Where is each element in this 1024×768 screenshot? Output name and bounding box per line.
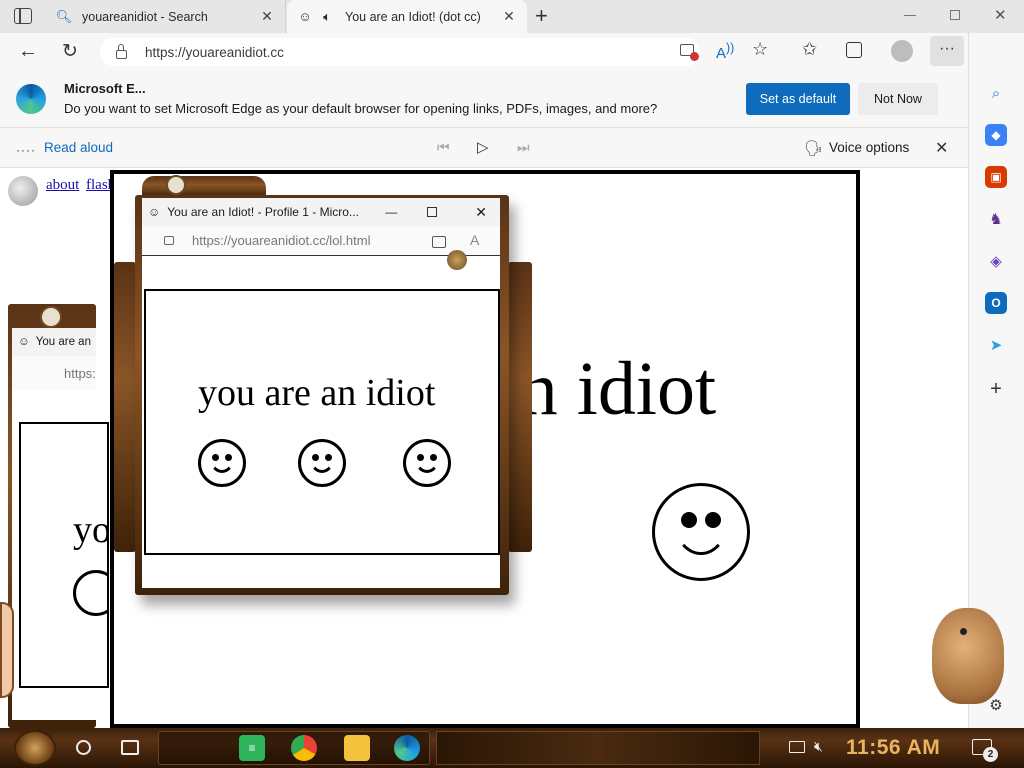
close-tab-icon[interactable]: ✕ [259, 8, 275, 25]
read-aloud-icon: A [470, 232, 480, 248]
infobar-message: Do you want to set Microsoft Edge as you… [64, 101, 658, 116]
search-icon[interactable]: ⌕ [985, 82, 1007, 104]
close-window-icon[interactable]: ✕ [994, 6, 1007, 24]
add-sidebar-icon[interactable]: + [985, 378, 1007, 400]
address-bar[interactable]: https://youareanidiot.cc [100, 38, 700, 66]
collections-icon[interactable] [846, 42, 862, 58]
favorites-icon[interactable]: ✩ [802, 39, 817, 60]
back-window-title: You are an [35, 336, 91, 348]
steampunk-cursor-icon [447, 250, 467, 270]
pipe-ornament [508, 262, 532, 552]
search-icon: 🔍︎ [55, 8, 73, 24]
dots-icon: ···· [16, 143, 36, 157]
url-text: https://youareanidiot.cc [145, 44, 284, 60]
speaker-icon[interactable] [8, 176, 38, 206]
maximize-icon[interactable] [427, 207, 438, 217]
start-button[interactable] [14, 730, 56, 766]
hamster-mascot [932, 608, 1004, 704]
popup-titlebar: ☺ You are an Idiot! - Profile 1 - Micro.… [142, 198, 500, 226]
close-tab-icon[interactable]: ✕ [501, 8, 517, 25]
pipe-ornament [114, 262, 136, 552]
microsoft365-icon[interactable]: ◈ [985, 250, 1007, 272]
read-aloud-icon[interactable]: A)) [716, 41, 734, 62]
tab-youareanidiot[interactable]: ☺ 🔈︎ You are an Idiot! (dot cc) ✕ [287, 0, 527, 33]
popup-idiot-text: you are an idiot [198, 372, 436, 414]
lock-icon [116, 43, 127, 59]
minimize-icon[interactable] [904, 15, 916, 16]
tab-search[interactable]: 🔍︎ youareanidiot - Search ✕ [46, 0, 286, 33]
popup-url: https://youareanidiot.cc/lol.html [192, 233, 371, 248]
partial-idiot-text: yo [73, 509, 109, 551]
smiley-icon: ☺ [148, 205, 161, 219]
popup-page: you are an idiot [144, 289, 500, 555]
network-icon[interactable] [789, 741, 805, 753]
smiley-icon [198, 439, 246, 487]
profile-avatar[interactable] [891, 40, 913, 62]
new-tab-button[interactable]: + [535, 3, 548, 29]
popup-address-bar: https://youareanidiot.cc/lol.html [142, 226, 500, 256]
gauge-icon [166, 175, 186, 195]
close-read-aloud-icon[interactable]: ✕ [935, 138, 948, 158]
popup-title: You are an Idiot! - Profile 1 - Micro... [167, 205, 359, 219]
back-window-url: https: [64, 365, 96, 381]
edge-taskbar-icon[interactable] [394, 735, 420, 761]
set-as-default-button[interactable]: Set as default [746, 83, 850, 115]
voice-options-button[interactable]: Voice options [829, 140, 909, 155]
file-explorer-icon[interactable] [344, 735, 370, 761]
notification-count-badge: 2 [983, 747, 998, 762]
task-view-icon[interactable] [121, 740, 139, 755]
restore-icon[interactable] [950, 10, 960, 20]
minimize-icon[interactable]: — [385, 205, 397, 219]
about-link[interactable]: about [46, 177, 79, 194]
play-icon[interactable]: ▷ [477, 138, 489, 156]
tools-icon[interactable]: ▣ [985, 166, 1007, 188]
close-icon[interactable]: ✕ [475, 204, 487, 221]
tab-title: You are an Idiot! (dot cc) [345, 9, 481, 24]
smiley-icon: ☺ [298, 9, 312, 24]
popup-window: ☺ You are an Idiot! - Profile 1 - Micro.… [142, 198, 500, 588]
previous-icon[interactable]: ⏮︎ [437, 139, 450, 156]
next-icon[interactable]: ⏭︎ [517, 139, 530, 156]
send-icon[interactable]: ➤ [985, 334, 1007, 356]
popup-blocked-icon[interactable] [680, 44, 699, 61]
smiley-icon [652, 483, 750, 581]
smiley-icon [73, 570, 107, 616]
lock-icon [164, 236, 174, 245]
cartoon-avatar [0, 602, 14, 698]
infobar-title: Microsoft E... [64, 81, 146, 96]
edge-logo-icon [16, 84, 46, 114]
smiley-icon [298, 439, 346, 487]
smiley-icon: ☺ [18, 336, 30, 348]
shopping-tag-icon[interactable]: ◆ [985, 124, 1007, 146]
add-favorite-icon[interactable]: ☆ [752, 39, 768, 60]
volume-muted-icon[interactable]: 🔇︎ [814, 738, 823, 755]
chrome-icon[interactable] [291, 735, 317, 761]
hamster-eye [960, 628, 967, 635]
clock[interactable]: 11:56 AM [846, 736, 940, 760]
back-window: ☺ You are an https: yo [12, 328, 109, 720]
games-icon[interactable]: ♞ [985, 208, 1007, 230]
popup-blocked-icon [432, 236, 446, 248]
speaker-icon[interactable]: 🔈︎ [319, 9, 335, 25]
back-icon[interactable]: ← [18, 40, 38, 63]
smiley-icon [403, 439, 451, 487]
search-circle-icon[interactable] [76, 740, 91, 755]
outlook-icon[interactable]: O [985, 292, 1007, 314]
refresh-icon[interactable]: ↻ [62, 40, 78, 63]
more-menu-icon[interactable]: ··· [930, 36, 964, 66]
tab-title: youareanidiot - Search [82, 9, 208, 24]
back-window-page: yo [19, 422, 109, 688]
read-aloud-label: Read aloud [44, 140, 114, 155]
tab-actions-icon[interactable] [14, 8, 32, 24]
not-now-button[interactable]: Not Now [858, 83, 938, 115]
gauge-icon [40, 306, 62, 328]
voice-options-icon[interactable]: 🗣︎ [804, 139, 823, 157]
notes-app-icon[interactable]: ≡ [239, 735, 265, 761]
taskbar-ornament [436, 731, 760, 765]
